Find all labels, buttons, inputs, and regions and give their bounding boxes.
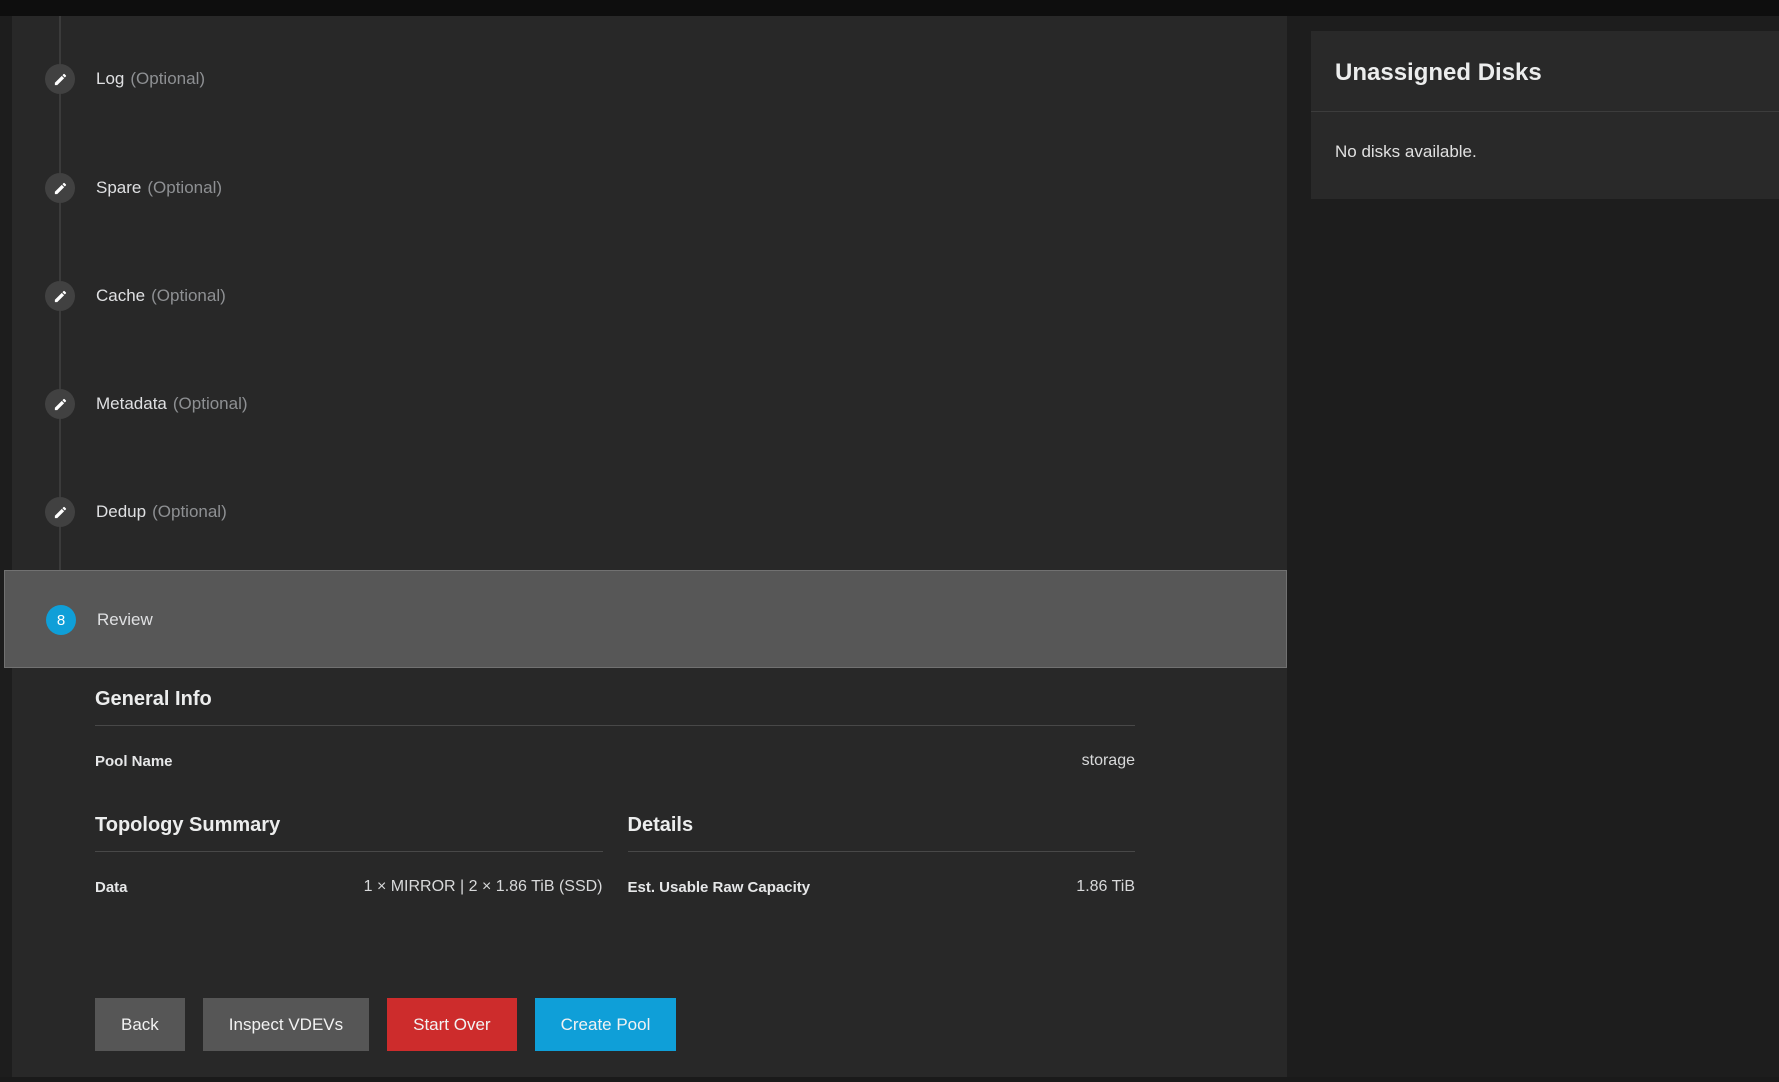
step-metadata[interactable]: Metadata (Optional) <box>45 388 248 420</box>
step-cache[interactable]: Cache (Optional) <box>45 280 226 312</box>
general-info-heading: General Info <box>95 688 1135 726</box>
step-label: Dedup (Optional) <box>96 502 227 522</box>
unassigned-disks-header: Unassigned Disks <box>1311 31 1779 112</box>
data-vdev-value: 1 × MIRROR | 2 × 1.86 TiB (SSD) <box>364 878 603 896</box>
back-button[interactable]: Back <box>95 998 185 1051</box>
details-heading: Details <box>628 814 1136 852</box>
details-column: Details Est. Usable Raw Capacity 1.86 Ti… <box>628 814 1136 922</box>
step-title: Spare <box>96 178 141 197</box>
topology-summary-heading: Topology Summary <box>95 814 603 852</box>
create-pool-button[interactable]: Create Pool <box>535 998 677 1051</box>
step-label: Log (Optional) <box>96 69 205 89</box>
pool-name-value: storage <box>1082 752 1135 770</box>
step-title: Dedup <box>96 502 146 521</box>
step-title: Metadata <box>96 394 167 413</box>
pencil-icon <box>45 173 75 203</box>
unassigned-disks-empty-message: No disks available. <box>1311 112 1779 192</box>
step-title: Review <box>97 610 153 629</box>
step-number-badge: 8 <box>46 605 76 635</box>
step-review-selected[interactable]: 8 Review <box>4 570 1287 668</box>
pool-name-row: Pool Name storage <box>95 726 1135 796</box>
usable-capacity-label: Est. Usable Raw Capacity <box>628 879 811 896</box>
start-over-button[interactable]: Start Over <box>387 998 516 1051</box>
step-title: Log <box>96 69 124 88</box>
step-optional-tag: (Optional) <box>173 394 248 413</box>
usable-capacity-value: 1.86 TiB <box>1076 878 1135 896</box>
step-label: Metadata (Optional) <box>96 394 248 414</box>
step-optional-tag: (Optional) <box>147 178 222 197</box>
wizard-action-buttons: Back Inspect VDEVs Start Over Create Poo… <box>95 998 676 1051</box>
step-optional-tag: (Optional) <box>152 502 227 521</box>
data-vdev-row: Data 1 × MIRROR | 2 × 1.86 TiB (SSD) <box>95 852 603 922</box>
inspect-vdevs-button[interactable]: Inspect VDEVs <box>203 998 369 1051</box>
unassigned-disks-card: Unassigned Disks No disks available. <box>1311 31 1779 199</box>
step-spare[interactable]: Spare (Optional) <box>45 172 222 204</box>
pool-wizard-panel: Log (Optional) Spare (Optional) Cache (Opti… <box>12 16 1287 1082</box>
step-label: Review <box>97 610 153 630</box>
pencil-icon <box>45 281 75 311</box>
top-bar <box>0 0 1779 16</box>
step-number: 8 <box>57 612 65 629</box>
step-review[interactable]: 8 Review <box>46 604 153 636</box>
step-log[interactable]: Log (Optional) <box>45 63 205 95</box>
pool-name-label: Pool Name <box>95 753 173 770</box>
topology-summary-column: Topology Summary Data 1 × MIRROR | 2 × 1… <box>95 814 603 922</box>
pencil-icon <box>45 389 75 419</box>
step-title: Cache <box>96 286 145 305</box>
step-label: Spare (Optional) <box>96 178 222 198</box>
review-summary: General Info Pool Name storage Topology … <box>95 688 1135 922</box>
pencil-icon <box>45 64 75 94</box>
step-optional-tag: (Optional) <box>151 286 226 305</box>
pool-creation-wizard: Log (Optional) Spare (Optional) Cache (Opti… <box>0 0 1779 1082</box>
step-label: Cache (Optional) <box>96 286 226 306</box>
step-optional-tag: (Optional) <box>130 69 205 88</box>
unassigned-disks-title: Unassigned Disks <box>1335 57 1755 89</box>
pencil-icon <box>45 497 75 527</box>
summary-columns: Topology Summary Data 1 × MIRROR | 2 × 1… <box>95 814 1135 922</box>
usable-capacity-row: Est. Usable Raw Capacity 1.86 TiB <box>628 852 1136 922</box>
step-dedup[interactable]: Dedup (Optional) <box>45 496 227 528</box>
data-vdev-label: Data <box>95 879 128 896</box>
bottom-edge-strip <box>0 1077 1779 1082</box>
